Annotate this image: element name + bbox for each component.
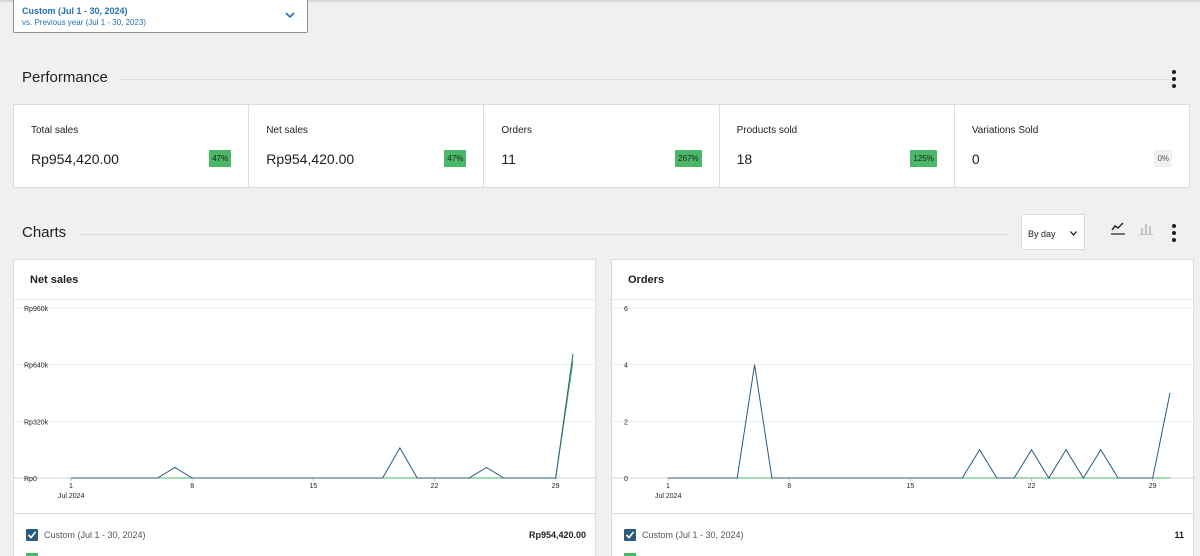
y-tick-label: Rp640k: [24, 363, 49, 370]
chart-footer-divider: [14, 513, 595, 514]
checkmark-icon: [27, 531, 37, 539]
line-chart-icon[interactable]: [1110, 220, 1126, 236]
interval-select-value: By day: [1028, 229, 1056, 239]
legend-total: 11: [1174, 530, 1184, 540]
series-line-comparison: [71, 361, 574, 479]
perf-card-label: Orders: [501, 125, 532, 136]
legend-total: Rp954,420.00: [528, 530, 586, 540]
x-tick-label: 8: [787, 483, 791, 490]
legend-item-primary[interactable]: Custom (Jul 1 - 30, 2024) 11: [624, 529, 1184, 543]
perf-card-products-sold[interactable]: Products sold 18 125%: [720, 105, 955, 187]
chevron-down-icon: [285, 12, 295, 19]
perf-card-variations-sold[interactable]: Variations Sold 0 0%: [955, 105, 1189, 187]
perf-card-value: 0: [971, 151, 980, 167]
interval-select[interactable]: By day: [1021, 214, 1085, 250]
perf-card-value: Rp954,420.00: [266, 151, 355, 167]
x-tick-label: 8: [190, 483, 194, 490]
x-tick-label: 29: [1149, 483, 1157, 490]
legend-label: Custom (Jul 1 - 30, 2024): [642, 530, 744, 540]
x-tick-label: 29: [552, 483, 560, 490]
x-tick-label: 1: [69, 483, 73, 490]
x-tick-label: 15: [309, 483, 317, 490]
legend-checkbox[interactable]: [624, 529, 636, 541]
perf-card-label: Net sales: [266, 125, 308, 136]
series-line-primary: [71, 353, 574, 479]
performance-title: Performance: [22, 69, 108, 86]
perf-card-label: Variations Sold: [971, 125, 1039, 136]
perf-card-label: Products sold: [736, 125, 798, 136]
orders-chart: 0 2 4 6 1 8 15 22 29 Jul 2024: [612, 306, 1195, 500]
charts-menu-icon[interactable]: [1171, 224, 1177, 242]
net-sales-chart: Rp0 Rp320k Rp640k Rp960k 1 8 15 22 29 Jul 2024: [14, 306, 597, 500]
y-tick-label: Rp320k: [24, 419, 49, 426]
performance-cards: Total sales Rp954,420.00 47% Net sales R…: [13, 104, 1190, 188]
x-tick-label: 1: [666, 483, 670, 490]
performance-divider: [120, 79, 1170, 80]
chart-title: Net sales: [30, 274, 79, 286]
x-axis-sublabel: Jul 2024: [655, 493, 682, 500]
charts-divider: [80, 234, 1010, 235]
legend-label: Custom (Jul 1 - 30, 2024): [44, 530, 146, 540]
checkmark-icon: [625, 531, 635, 539]
x-tick-label: 22: [431, 483, 439, 490]
charts-title: Charts: [22, 224, 67, 241]
y-tick-label: 4: [624, 363, 628, 370]
date-range-picker[interactable]: Custom (Jul 1 - 30, 2024) vs. Previous y…: [13, 0, 308, 33]
perf-card-value: Rp954,420.00: [31, 151, 119, 167]
date-range-compare: vs. Previous year (Jul 1 - 30, 2023): [22, 18, 147, 27]
perf-card-delta-badge: 47%: [444, 150, 467, 167]
perf-card-value: 18: [736, 151, 753, 167]
y-tick-label: 6: [624, 306, 628, 313]
y-tick-label: 2: [624, 419, 628, 426]
bar-chart-icon[interactable]: [1138, 220, 1154, 236]
perf-card-net-sales[interactable]: Net sales Rp954,420.00 47%: [249, 105, 485, 187]
perf-card-delta-badge: 267%: [675, 150, 702, 167]
chart-title: Orders: [628, 274, 665, 286]
perf-card-value: 11: [501, 151, 516, 167]
x-tick-label: 15: [906, 483, 914, 490]
perf-card-total-sales[interactable]: Total sales Rp954,420.00 47%: [14, 105, 250, 187]
perf-card-label: Total sales: [31, 125, 79, 136]
chevron-down-icon: [1070, 231, 1077, 236]
perf-card-delta-badge: 47%: [209, 150, 232, 167]
perf-card-delta-badge: 125%: [910, 150, 937, 167]
date-range-primary: Custom (Jul 1 - 30, 2024): [22, 6, 128, 16]
net-sales-chart-panel: Net sales Rp0 Rp320k Rp640k Rp960k 1 8 15 22 29 J…: [13, 259, 597, 556]
y-tick-label: Rp960k: [24, 306, 49, 313]
orders-chart-panel: Orders 0 2 4 6 1 8 15 22 29 Jul 2024 Custom (Jul …: [611, 259, 1195, 556]
perf-card-orders[interactable]: Orders 11 267%: [484, 105, 720, 187]
chart-footer-divider: [612, 513, 1193, 514]
x-tick-label: 22: [1028, 483, 1036, 490]
legend-item-primary[interactable]: Custom (Jul 1 - 30, 2024) Rp954,420.00: [26, 529, 586, 543]
legend-checkbox[interactable]: [26, 529, 38, 541]
y-tick-label: Rp0: [24, 476, 37, 483]
y-tick-label: 0: [624, 476, 628, 483]
performance-menu-icon[interactable]: [1171, 70, 1177, 88]
charts-header: Charts: [22, 221, 1188, 245]
performance-header: Performance: [22, 66, 1188, 90]
perf-card-delta-badge: 0%: [1154, 150, 1173, 167]
x-axis-sublabel: Jul 2024: [58, 493, 85, 500]
